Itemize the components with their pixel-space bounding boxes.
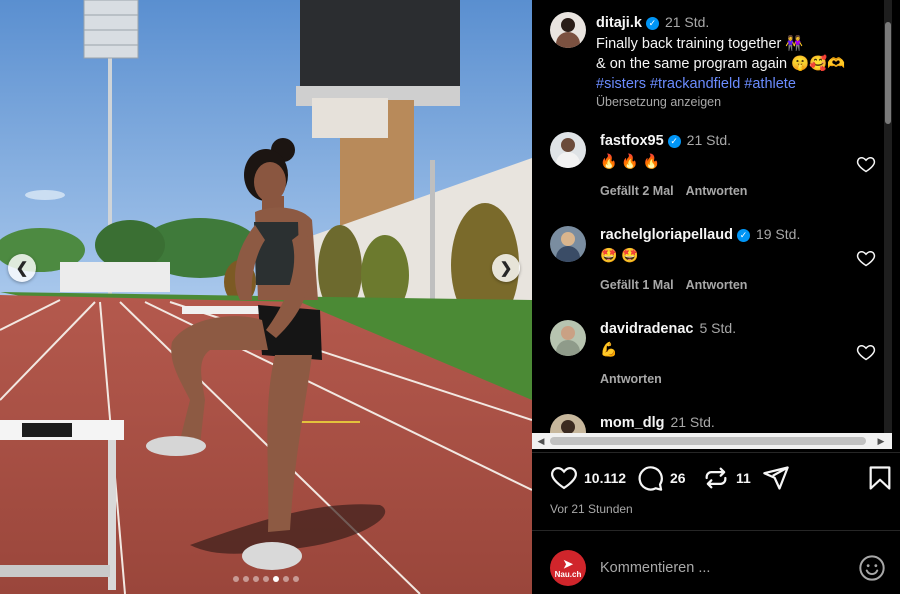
carousel-dot <box>263 576 269 582</box>
verified-badge-icon: ✓ <box>667 135 681 148</box>
caption-line-1: Finally back training together 👭 <box>596 36 804 52</box>
comment-username[interactable]: mom_dlg <box>600 415 664 431</box>
carousel-dot <box>283 576 289 582</box>
carousel-dot-active <box>273 576 279 582</box>
comment-time: 21 Std. <box>670 414 715 430</box>
carousel-next-button[interactable]: ❯ <box>492 254 520 282</box>
comment-time: 19 Std. <box>755 226 801 242</box>
avatar-logo-text: Nau.ch <box>554 569 582 579</box>
like-comment-heart-icon[interactable] <box>856 154 876 174</box>
chevron-left-icon: ❮ <box>15 260 29 277</box>
commenter-avatar[interactable] <box>550 132 586 168</box>
comment-username[interactable]: rachelgloriapellaud <box>600 227 733 243</box>
carousel-dot <box>253 576 259 582</box>
author-username[interactable]: ditaji.k <box>596 15 642 31</box>
comment-username[interactable]: davidradenac <box>600 321 694 337</box>
caption-hashtags[interactable]: #sisters #trackandfield #athlete <box>596 74 886 94</box>
bookmark-icon <box>869 466 891 490</box>
comment-username[interactable]: fastfox95 <box>600 133 664 149</box>
scroll-left-arrow-icon[interactable]: ◀ <box>536 436 546 446</box>
post-photo: ❮ ❯ <box>0 0 532 594</box>
comment-input[interactable] <box>600 557 840 579</box>
comment-author-line: rachelgloriapellaud ✓ 19 Std. <box>600 226 800 243</box>
caption-line-2: & on the same program again 🤫🥰🫶 <box>596 56 846 72</box>
verified-badge-icon: ✓ <box>736 229 750 242</box>
comment-text: 🔥 🔥 🔥 <box>600 153 661 169</box>
comment-item: mom_dlg 21 Std. <box>550 412 890 433</box>
vertical-scroll-thumb[interactable] <box>885 22 891 124</box>
post-time: 21 Std. <box>664 14 710 30</box>
posted-time[interactable]: Vor 21 Stunden <box>550 502 633 516</box>
divider <box>532 452 900 453</box>
save-button[interactable] <box>866 464 894 492</box>
reposts-count: 11 <box>736 470 751 486</box>
repost-button[interactable]: 11 <box>702 464 751 492</box>
comments-list[interactable]: ditaji.k ✓ 21 Std. Finally back training t… <box>532 0 892 433</box>
post-actions: 10.112 26 11 <box>550 464 896 496</box>
comment-item: rachelgloriapellaud ✓ 19 Std. 🤩 🤩 Gefällt … <box>550 224 890 304</box>
smiley-icon[interactable] <box>858 554 886 582</box>
chevron-right-icon: ❯ <box>499 260 513 277</box>
comment-likes-link[interactable]: Gefällt 2 Mal <box>600 184 674 198</box>
carousel-prev-button[interactable]: ❮ <box>8 254 36 282</box>
comment-meta: Antworten <box>600 372 674 386</box>
likes-count: 10.112 <box>584 470 627 486</box>
comment-time: 21 Std. <box>686 132 732 148</box>
comment-bubble-icon <box>638 466 663 491</box>
author-line: ditaji.k ✓ 21 Std. <box>596 14 709 31</box>
comments-count: 26 <box>670 470 686 486</box>
commenter-avatar[interactable] <box>550 414 586 433</box>
current-user-avatar[interactable]: ➤ Nau.ch <box>550 550 586 586</box>
comment-meta: Gefällt 2 Mal Antworten <box>600 184 759 198</box>
comment-time: 5 Std. <box>699 320 737 336</box>
divider <box>532 530 900 531</box>
carousel-dot <box>293 576 299 582</box>
paper-plane-icon <box>763 466 789 490</box>
comment-button[interactable]: 26 <box>636 464 686 492</box>
post-side-panel: ditaji.k ✓ 21 Std. Finally back training t… <box>532 0 900 594</box>
verified-badge-icon: ✓ <box>645 17 659 30</box>
like-comment-heart-icon[interactable] <box>856 248 876 268</box>
translate-link[interactable]: Übersetzung anzeigen <box>596 94 886 110</box>
paper-plane-logo-icon: ➤ <box>562 556 574 571</box>
comment-author-line: fastfox95 ✓ 21 Std. <box>600 132 731 149</box>
share-button[interactable] <box>762 464 790 492</box>
comment-composer: ➤ Nau.ch <box>550 548 890 588</box>
comment-text: 💪 <box>600 341 618 357</box>
comment-reply-button[interactable]: Antworten <box>686 278 748 292</box>
comment-text: 🤩 🤩 <box>600 247 639 263</box>
comment-author-line: davidradenac 5 Std. <box>600 320 736 337</box>
horizontal-scroll-thumb[interactable] <box>550 437 866 445</box>
heart-icon <box>551 466 577 490</box>
carousel-dot <box>243 576 249 582</box>
author-avatar[interactable] <box>550 12 586 48</box>
commenter-avatar[interactable] <box>550 226 586 262</box>
comment-likes-link[interactable]: Gefällt 1 Mal <box>600 278 674 292</box>
comment-item: davidradenac 5 Std. 💪 Antworten <box>550 318 890 398</box>
like-comment-heart-icon[interactable] <box>856 342 876 362</box>
comment-author-line: mom_dlg 21 Std. <box>600 414 715 431</box>
comment-meta: Gefällt 1 Mal Antworten <box>600 278 759 292</box>
carousel-dot <box>233 576 239 582</box>
commenter-avatar[interactable] <box>550 320 586 356</box>
caption-text: Finally back training together 👭 & on th… <box>596 34 886 110</box>
comment-reply-button[interactable]: Antworten <box>686 184 748 198</box>
photo-scene <box>0 0 532 594</box>
comments-vertical-scrollbar[interactable] <box>884 0 892 433</box>
scroll-right-arrow-icon[interactable]: ▶ <box>876 436 886 446</box>
like-button[interactable]: 10.112 <box>550 464 626 492</box>
comment-item: fastfox95 ✓ 21 Std. 🔥 🔥 🔥 Gefällt 2 Mal Ant… <box>550 130 890 210</box>
repost-icon <box>705 467 727 489</box>
horizontal-scrollbar[interactable]: ◀ ▶ <box>532 433 892 449</box>
comment-reply-button[interactable]: Antworten <box>600 372 662 386</box>
carousel-indicator <box>0 576 532 582</box>
